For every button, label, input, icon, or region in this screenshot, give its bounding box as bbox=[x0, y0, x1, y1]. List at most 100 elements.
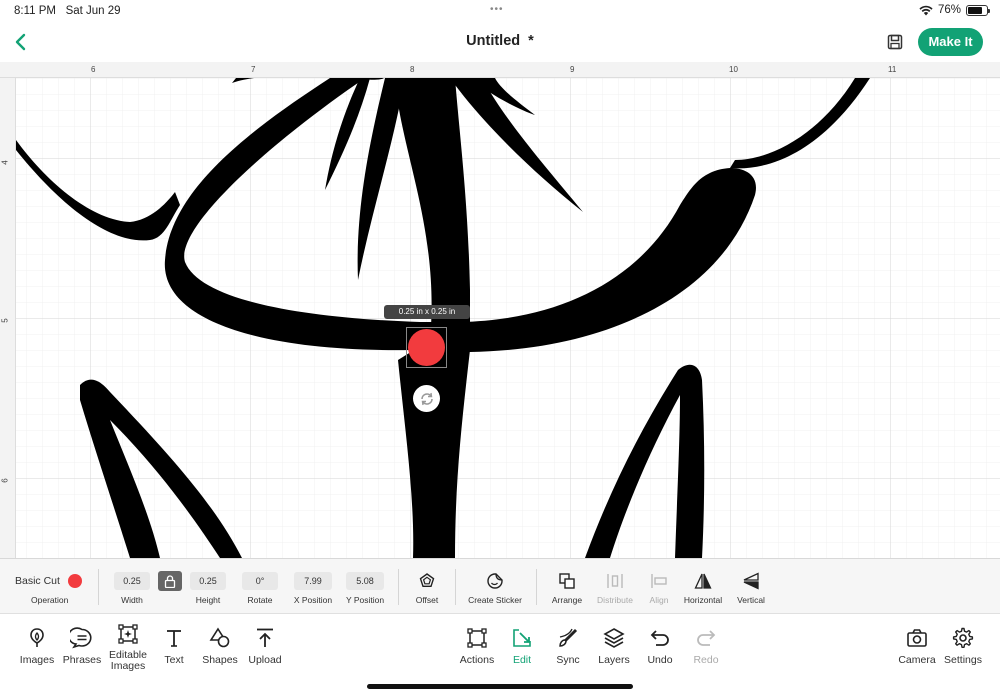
selection-box[interactable] bbox=[406, 327, 447, 368]
align-icon bbox=[651, 574, 667, 588]
rotate-handle[interactable] bbox=[413, 385, 440, 412]
x-position-input[interactable]: 7.99 bbox=[294, 572, 332, 590]
ruler-top-label: 7 bbox=[251, 65, 256, 74]
create-sticker-button[interactable]: Create Sticker bbox=[464, 559, 526, 615]
width-control: 0.25 Width bbox=[112, 559, 152, 615]
sync-icon bbox=[559, 628, 578, 647]
multitasking-dots-icon[interactable]: ••• bbox=[490, 4, 504, 15]
align-button[interactable]: Align bbox=[640, 559, 678, 615]
save-button[interactable] bbox=[884, 31, 906, 53]
height-control: 0.25 Height bbox=[188, 559, 228, 615]
nav-settings[interactable]: Settings bbox=[933, 624, 993, 674]
ruler-left-label: 4 bbox=[0, 160, 10, 165]
wifi-icon bbox=[919, 5, 933, 15]
ruler-left-label: 5 bbox=[0, 318, 10, 323]
toolbar-divider bbox=[98, 569, 99, 605]
rotate-input[interactable]: 0° bbox=[242, 572, 278, 590]
x-position-control: 7.99 X Position bbox=[292, 559, 334, 615]
y-position-control: 5.08 Y Position bbox=[344, 559, 386, 615]
title-bar: Untitled * Make It bbox=[0, 22, 1000, 62]
operation-label: Operation bbox=[31, 595, 69, 605]
artwork[interactable] bbox=[16, 78, 1000, 558]
gear-icon bbox=[952, 627, 974, 648]
nav-redo[interactable]: Redo bbox=[676, 624, 736, 674]
battery-fill bbox=[968, 6, 982, 14]
save-icon bbox=[887, 34, 903, 50]
edit-toolbar: Basic Cut Operation 0.25 Width 0.25 Heig… bbox=[0, 558, 1000, 614]
rotate-icon bbox=[420, 392, 433, 405]
status-time: 8:11 PM Sat Jun 29 bbox=[14, 5, 121, 17]
width-input[interactable]: 0.25 bbox=[114, 572, 150, 590]
status-right: 76% bbox=[919, 4, 990, 16]
edit-icon bbox=[513, 629, 531, 647]
editable-images-icon bbox=[118, 624, 138, 644]
redo-icon bbox=[697, 630, 716, 646]
flip-horizontal-icon bbox=[694, 573, 712, 589]
height-input[interactable]: 0.25 bbox=[190, 572, 226, 590]
ruler-top-label: 6 bbox=[91, 65, 96, 74]
ruler-top-label: 10 bbox=[729, 65, 738, 74]
y-position-label: Y Position bbox=[345, 595, 385, 605]
y-position-input[interactable]: 5.08 bbox=[346, 572, 384, 590]
design-canvas[interactable]: 6 7 8 9 10 11 4 5 6 bbox=[0, 62, 1000, 558]
lock-icon bbox=[164, 574, 176, 588]
toolbar-divider bbox=[455, 569, 456, 605]
battery-icon bbox=[966, 4, 990, 16]
document-title[interactable]: Untitled * bbox=[0, 33, 1000, 49]
offset-button[interactable]: Offset bbox=[407, 559, 447, 615]
settings-label: Settings bbox=[944, 654, 982, 666]
make-it-button[interactable]: Make It bbox=[918, 28, 983, 56]
size-tooltip: 0.25 in x 0.25 in bbox=[384, 305, 470, 319]
arrange-label: Arrange bbox=[551, 595, 583, 605]
ruler-left: 4 5 6 bbox=[0, 78, 16, 558]
offset-label: Offset bbox=[415, 595, 439, 605]
phrases-icon bbox=[70, 627, 92, 649]
ruler-top-label: 8 bbox=[410, 65, 415, 74]
horizontal-label: Horizontal bbox=[683, 595, 723, 605]
x-position-label: X Position bbox=[293, 595, 333, 605]
camera-icon bbox=[907, 629, 927, 647]
ruler-top: 6 7 8 9 10 11 bbox=[0, 62, 1000, 78]
undo-icon bbox=[650, 630, 669, 646]
distribute-button[interactable]: Distribute bbox=[595, 559, 635, 615]
shapes-icon bbox=[209, 627, 230, 648]
distribute-label: Distribute bbox=[597, 595, 633, 605]
rotate-control: 0° Rotate bbox=[240, 559, 280, 615]
upload-label: Upload bbox=[248, 654, 282, 666]
status-bar: 8:11 PM Sat Jun 29 ••• 76% bbox=[0, 0, 1000, 22]
sticker-icon bbox=[487, 573, 503, 589]
lock-aspect-button[interactable] bbox=[158, 571, 182, 591]
home-indicator[interactable] bbox=[367, 684, 633, 689]
selected-circle-shape[interactable] bbox=[408, 329, 445, 366]
bottom-nav: Images Phrases Editable Images Text Shap… bbox=[0, 614, 1000, 695]
arrange-button[interactable]: Arrange bbox=[547, 559, 587, 615]
text-icon bbox=[167, 630, 181, 647]
actions-icon bbox=[467, 628, 487, 648]
ruler-top-label: 11 bbox=[888, 65, 897, 74]
images-icon bbox=[30, 628, 44, 647]
battery-percent: 76% bbox=[937, 4, 961, 16]
toolbar-divider bbox=[398, 569, 399, 605]
redo-label: Redo bbox=[693, 654, 719, 666]
create-sticker-label: Create Sticker bbox=[468, 595, 522, 605]
offset-icon bbox=[419, 573, 435, 587]
width-label: Width bbox=[121, 595, 143, 605]
ruler-top-label: 9 bbox=[570, 65, 575, 74]
arrange-icon bbox=[559, 573, 575, 589]
operation-selector[interactable]: Basic Cut Operation bbox=[0, 559, 98, 615]
toolbar-divider bbox=[536, 569, 537, 605]
flip-vertical-button[interactable]: Vertical bbox=[731, 559, 771, 615]
distribute-icon bbox=[607, 574, 623, 588]
operation-value: Basic Cut bbox=[15, 575, 60, 587]
ruler-left-label: 6 bbox=[0, 478, 10, 483]
upload-icon bbox=[257, 628, 273, 647]
flip-vertical-icon bbox=[743, 572, 759, 590]
align-label: Align bbox=[649, 595, 669, 605]
operation-color-swatch[interactable] bbox=[68, 574, 82, 588]
layers-icon bbox=[603, 628, 625, 648]
rotate-label: Rotate bbox=[247, 595, 273, 605]
nav-upload[interactable]: Upload bbox=[235, 624, 295, 674]
flip-horizontal-button[interactable]: Horizontal bbox=[682, 559, 724, 615]
grid-area[interactable] bbox=[16, 78, 1000, 558]
status-date: Sat Jun 29 bbox=[65, 5, 121, 17]
